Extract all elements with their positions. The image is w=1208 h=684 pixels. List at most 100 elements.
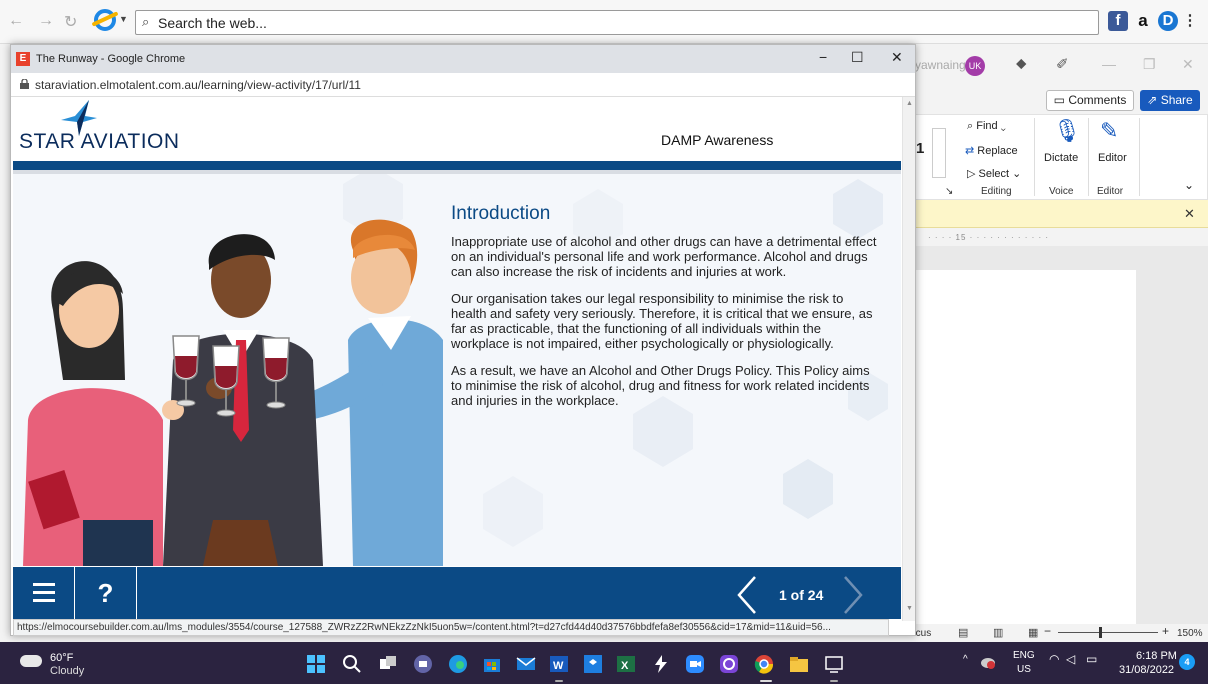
people-toasting-illustration xyxy=(23,219,443,566)
zoom-out-button[interactable]: − xyxy=(1044,624,1051,638)
ribbon-divider xyxy=(1088,118,1089,196)
teams-chat-icon[interactable] xyxy=(413,654,433,674)
pen-icon[interactable]: ✐ xyxy=(1056,55,1069,73)
scroll-up-icon[interactable]: ▲ xyxy=(906,100,913,107)
hamburger-menu-icon xyxy=(33,583,55,602)
web-search-box[interactable]: ⌕ xyxy=(135,10,1099,35)
word-icon[interactable]: W xyxy=(549,654,569,674)
maximize-button[interactable]: ☐ xyxy=(851,49,864,66)
purple-app-icon[interactable] xyxy=(719,654,739,674)
slide-heading: Introduction xyxy=(451,203,551,224)
close-icon[interactable]: ✕ xyxy=(1184,206,1195,222)
course-header: STAR AVIATION DAMP Awareness xyxy=(13,97,901,161)
zoom-slider-thumb[interactable] xyxy=(1099,627,1102,638)
slide-paragraph: Our organisation takes our legal respons… xyxy=(451,291,873,351)
font-size-spinner[interactable] xyxy=(932,128,946,178)
windows-start-icon[interactable] xyxy=(306,654,326,674)
task-view-icon[interactable] xyxy=(378,654,398,674)
snipping-tool-icon[interactable] xyxy=(824,654,844,674)
vertical-scrollbar[interactable]: ▲ ▼ xyxy=(902,97,915,621)
select-label: Select xyxy=(978,168,1010,180)
word-restore-icon[interactable]: ❐ xyxy=(1143,56,1156,73)
chevron-down-icon[interactable]: ▼ xyxy=(119,14,128,24)
editor-pen-icon[interactable]: ✎ xyxy=(1100,118,1118,144)
clock-time[interactable]: 6:18 PM xyxy=(1136,650,1177,662)
lightning-app-icon[interactable] xyxy=(651,654,671,674)
slide-content: Introduction Inappropriate use of alcoho… xyxy=(13,174,901,566)
ruler: · · · · 15 · · · · · · · · · · · · xyxy=(900,230,1208,246)
web-layout-icon[interactable]: ▦ xyxy=(1028,626,1038,639)
battery-icon[interactable]: ▭ xyxy=(1086,652,1097,666)
comment-icon: ▭ xyxy=(1053,93,1065,107)
microphone-icon[interactable]: 🎙 xyxy=(1053,118,1081,144)
dropbox-icon[interactable] xyxy=(583,654,603,674)
refresh-icon[interactable]: ↻ xyxy=(64,12,77,32)
find-button[interactable]: ⌕ Find ⌄ xyxy=(967,120,1006,133)
group-label-editor: Editor xyxy=(1097,186,1124,197)
menu-button[interactable] xyxy=(13,567,75,619)
page-counter: 1 of 24 xyxy=(779,587,824,603)
address-bar[interactable]: staraviation.elmotalent.com.au/learning/… xyxy=(11,73,915,97)
word-close-icon[interactable]: ✕ xyxy=(1182,56,1194,73)
editor-button[interactable]: Editor xyxy=(1098,152,1127,164)
chrome-titlebar[interactable]: E The Runway - Google Chrome − ☐ ✕ xyxy=(11,45,915,73)
comments-button[interactable]: ▭ Comments xyxy=(1046,90,1134,111)
read-mode-icon[interactable]: ▤ xyxy=(958,626,968,639)
link-status-tooltip: https://elmocoursebuilder.com.au/lms_mod… xyxy=(13,619,889,636)
more-menu-icon[interactable]: ⋮ xyxy=(1180,11,1200,31)
file-explorer-icon[interactable] xyxy=(789,654,809,674)
select-button[interactable]: ▷ Select ⌄ xyxy=(967,167,1021,180)
back-arrow-icon[interactable]: ← xyxy=(8,12,24,30)
diamond-icon[interactable]: ⬥ xyxy=(1016,55,1027,72)
group-label-voice: Voice xyxy=(1049,186,1074,197)
dictate-button[interactable]: Dictate xyxy=(1044,152,1078,164)
cloud-sync-error-icon[interactable] xyxy=(980,655,996,669)
chrome-icon[interactable] xyxy=(754,654,774,674)
minimize-button[interactable]: − xyxy=(819,49,827,65)
notification-badge[interactable]: 4 xyxy=(1179,654,1195,670)
web-search-input[interactable] xyxy=(158,13,1058,32)
scroll-down-icon[interactable]: ▼ xyxy=(906,605,913,612)
wifi-icon[interactable]: ◠ xyxy=(1049,652,1059,666)
font-size-value: 1 xyxy=(916,140,925,157)
zoom-slider[interactable] xyxy=(1058,632,1158,633)
zoom-in-button[interactable]: + xyxy=(1162,624,1169,638)
replace-icon: ⇄ xyxy=(965,145,975,157)
clock-date[interactable]: 31/08/2022 xyxy=(1119,664,1174,676)
print-layout-icon[interactable]: ▥ xyxy=(993,626,1003,639)
ribbon-divider xyxy=(1139,118,1140,196)
share-button[interactable]: ⇗ Share xyxy=(1140,90,1200,111)
search-icon[interactable] xyxy=(342,654,362,674)
microsoft-store-icon[interactable] xyxy=(482,654,502,674)
dialog-launcher-icon[interactable]: ↘ xyxy=(945,186,953,197)
keyboard-layout-indicator[interactable]: US xyxy=(1017,664,1031,675)
internet-explorer-icon[interactable] xyxy=(94,9,116,31)
zoom-app-icon[interactable] xyxy=(685,654,705,674)
weather-temperature[interactable]: 60°F xyxy=(50,652,73,664)
course-footer: ? 1 of 24 xyxy=(13,567,901,619)
weather-condition[interactable]: Cloudy xyxy=(50,665,84,677)
ribbon-collapse-icon[interactable]: ⌄ xyxy=(1184,178,1194,192)
chevron-up-icon[interactable]: ^ xyxy=(963,654,968,665)
ribbon-divider xyxy=(1034,118,1035,196)
zoom-level[interactable]: 150% xyxy=(1177,628,1203,639)
language-indicator[interactable]: ENG xyxy=(1013,650,1035,661)
word-minimize-icon[interactable]: — xyxy=(1102,56,1116,72)
cloud-icon[interactable] xyxy=(20,655,42,667)
avatar[interactable]: UK xyxy=(965,56,985,76)
edge-icon[interactable] xyxy=(448,654,468,674)
mail-icon[interactable] xyxy=(516,654,536,674)
chrome-window: E The Runway - Google Chrome − ☐ ✕ stara… xyxy=(10,44,916,636)
extension-d-icon[interactable]: D xyxy=(1158,11,1178,31)
previous-slide-button[interactable] xyxy=(733,575,761,615)
forward-arrow-icon[interactable]: → xyxy=(38,12,54,30)
volume-icon[interactable]: ◁ xyxy=(1066,652,1075,666)
document-page[interactable] xyxy=(900,270,1136,624)
excel-icon[interactable]: X xyxy=(616,654,636,674)
help-button[interactable]: ? xyxy=(75,567,137,619)
amazon-icon[interactable]: a xyxy=(1133,11,1153,31)
next-slide-button[interactable] xyxy=(839,575,867,615)
replace-button[interactable]: ⇄ Replace xyxy=(965,144,1018,157)
close-button[interactable]: ✕ xyxy=(891,49,903,66)
facebook-icon[interactable]: f xyxy=(1108,11,1128,31)
